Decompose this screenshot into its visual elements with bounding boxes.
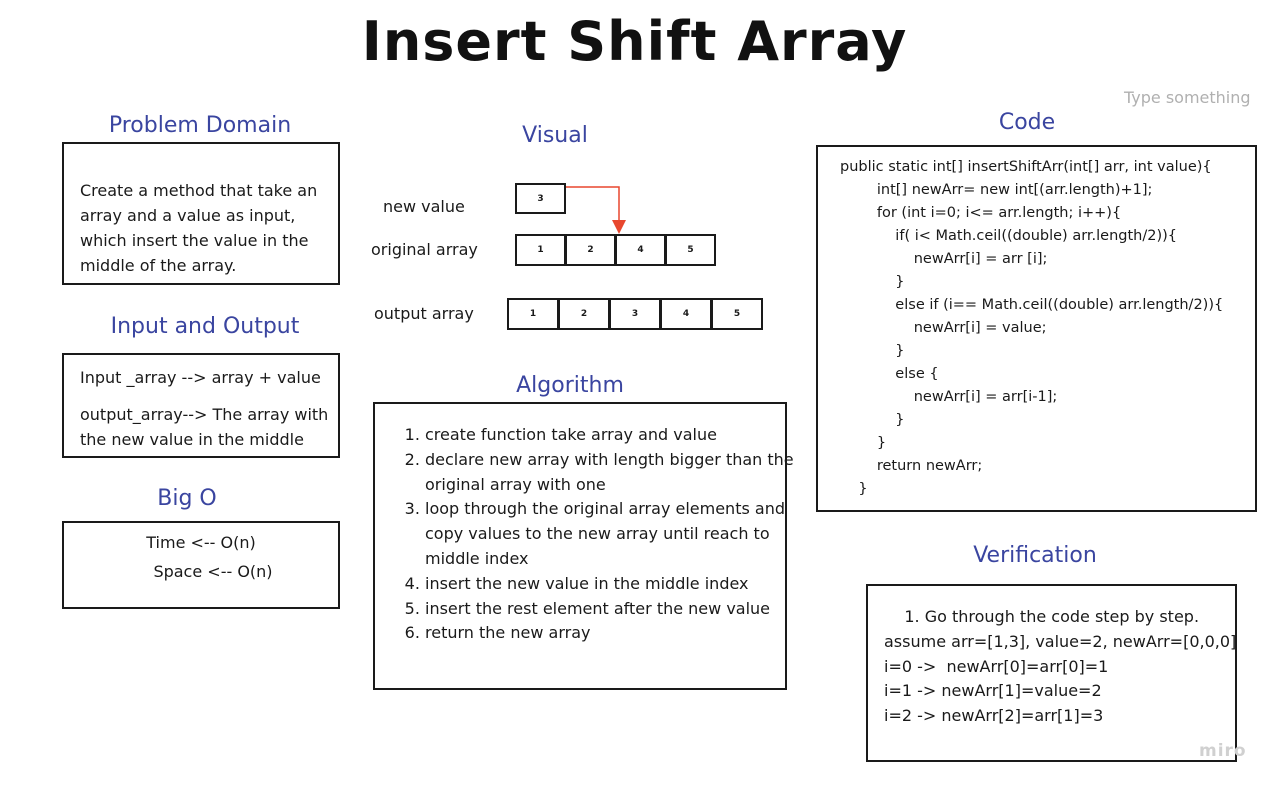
algorithm-step: insert the new value in the middle index bbox=[425, 572, 815, 597]
code-line: else if (i== Math.ceil((double) arr.leng… bbox=[840, 297, 1224, 313]
algorithm-step: create function take array and value bbox=[425, 423, 815, 448]
arrow-line bbox=[566, 186, 620, 222]
type-something-placeholder[interactable]: Type something bbox=[1124, 88, 1251, 107]
code-box: public static int[] insertShiftArr(int[]… bbox=[816, 145, 1257, 512]
visual-heading: Visual bbox=[522, 123, 588, 148]
big-o-box: Time <-- O(n) Space <-- O(n) bbox=[62, 521, 340, 609]
output-array-cell: 1 bbox=[507, 298, 559, 330]
verification-line: assume arr=[1,3], value=2, newArr=[0,0,0… bbox=[884, 631, 1237, 651]
code-line: } bbox=[840, 343, 905, 359]
output-array-cell: 4 bbox=[660, 298, 712, 330]
output-array-cell: 5 bbox=[711, 298, 763, 330]
algorithm-box: create function take array and valuedecl… bbox=[373, 402, 794, 690]
code-line: newArr[i] = value; bbox=[840, 320, 1047, 336]
algorithm-step: loop through the original array elements… bbox=[425, 497, 815, 571]
code-line: } bbox=[840, 412, 905, 428]
algorithm-step: insert the rest element after the new va… bbox=[425, 597, 815, 622]
verification-line: i=0 -> newArr[0]=arr[0]=1 bbox=[884, 656, 1109, 676]
new-value-cell: 3 bbox=[515, 183, 566, 214]
code-line: newArr[i] = arr [i]; bbox=[840, 251, 1048, 267]
algorithm-step: return the new array bbox=[425, 621, 815, 646]
problem-domain-text: Create a method that take an array and a… bbox=[80, 181, 318, 275]
new-value-label: new value bbox=[383, 197, 465, 216]
code-block: public static int[] insertShiftArr(int[]… bbox=[840, 156, 1223, 501]
problem-domain-heading: Problem Domain bbox=[108, 113, 292, 138]
problem-domain-box: Create a method that take an array and a… bbox=[62, 142, 340, 285]
verification-steps: 1. Go through the code step by step. assu… bbox=[884, 605, 1237, 729]
code-line: for (int i=0; i<= arr.length; i++){ bbox=[840, 205, 1122, 221]
original-array-cell: 5 bbox=[665, 234, 716, 266]
original-array-cell: 2 bbox=[565, 234, 616, 266]
original-array-cell: 4 bbox=[615, 234, 666, 266]
code-line: } bbox=[840, 481, 868, 497]
input-output-box: Input _array --> array + value output_ar… bbox=[62, 353, 340, 458]
code-line: int[] newArr= new int[(arr.length)+1]; bbox=[840, 182, 1153, 198]
verification-line: 1. Go through the code step by step. bbox=[884, 607, 1200, 626]
code-line: if( i< Math.ceil((double) arr.length/2))… bbox=[840, 228, 1178, 244]
verification-heading: Verification bbox=[973, 543, 1097, 568]
algorithm-heading: Algorithm bbox=[516, 373, 624, 398]
miro-watermark: miro bbox=[1199, 741, 1247, 761]
code-line: return newArr; bbox=[840, 458, 983, 474]
verification-line: i=2 -> newArr[2]=arr[1]=3 bbox=[884, 706, 1104, 726]
code-heading: Code bbox=[998, 110, 1056, 135]
original-array-label: original array bbox=[371, 240, 478, 259]
algorithm-step: declare new array with length bigger tha… bbox=[425, 448, 815, 498]
verification-box: 1. Go through the code step by step. assu… bbox=[866, 584, 1237, 762]
big-o-heading: Big O bbox=[157, 486, 217, 511]
code-line: newArr[i] = arr[i-1]; bbox=[840, 389, 1058, 405]
original-array-cell: 1 bbox=[515, 234, 566, 266]
code-line: else { bbox=[840, 366, 939, 382]
output-array-cell: 3 bbox=[609, 298, 661, 330]
code-line: } bbox=[840, 435, 887, 451]
verification-line: i=1 -> newArr[1]=value=2 bbox=[884, 681, 1102, 701]
output-array-label: output array bbox=[374, 304, 474, 323]
time-complexity: Time <-- O(n) bbox=[146, 533, 256, 552]
page-title: Insert Shift Array bbox=[361, 10, 908, 73]
algorithm-steps: create function take array and valuedecl… bbox=[375, 423, 815, 646]
code-line: } bbox=[840, 274, 905, 290]
arrow-head bbox=[612, 220, 626, 234]
code-line: public static int[] insertShiftArr(int[]… bbox=[840, 159, 1212, 175]
input-text: Input _array --> array + value bbox=[80, 368, 321, 387]
output-array-cell: 2 bbox=[558, 298, 610, 330]
input-output-heading: Input and Output bbox=[110, 314, 300, 339]
output-text: output_array--> The array with the new v… bbox=[80, 405, 329, 449]
space-complexity: Space <-- O(n) bbox=[153, 562, 273, 581]
